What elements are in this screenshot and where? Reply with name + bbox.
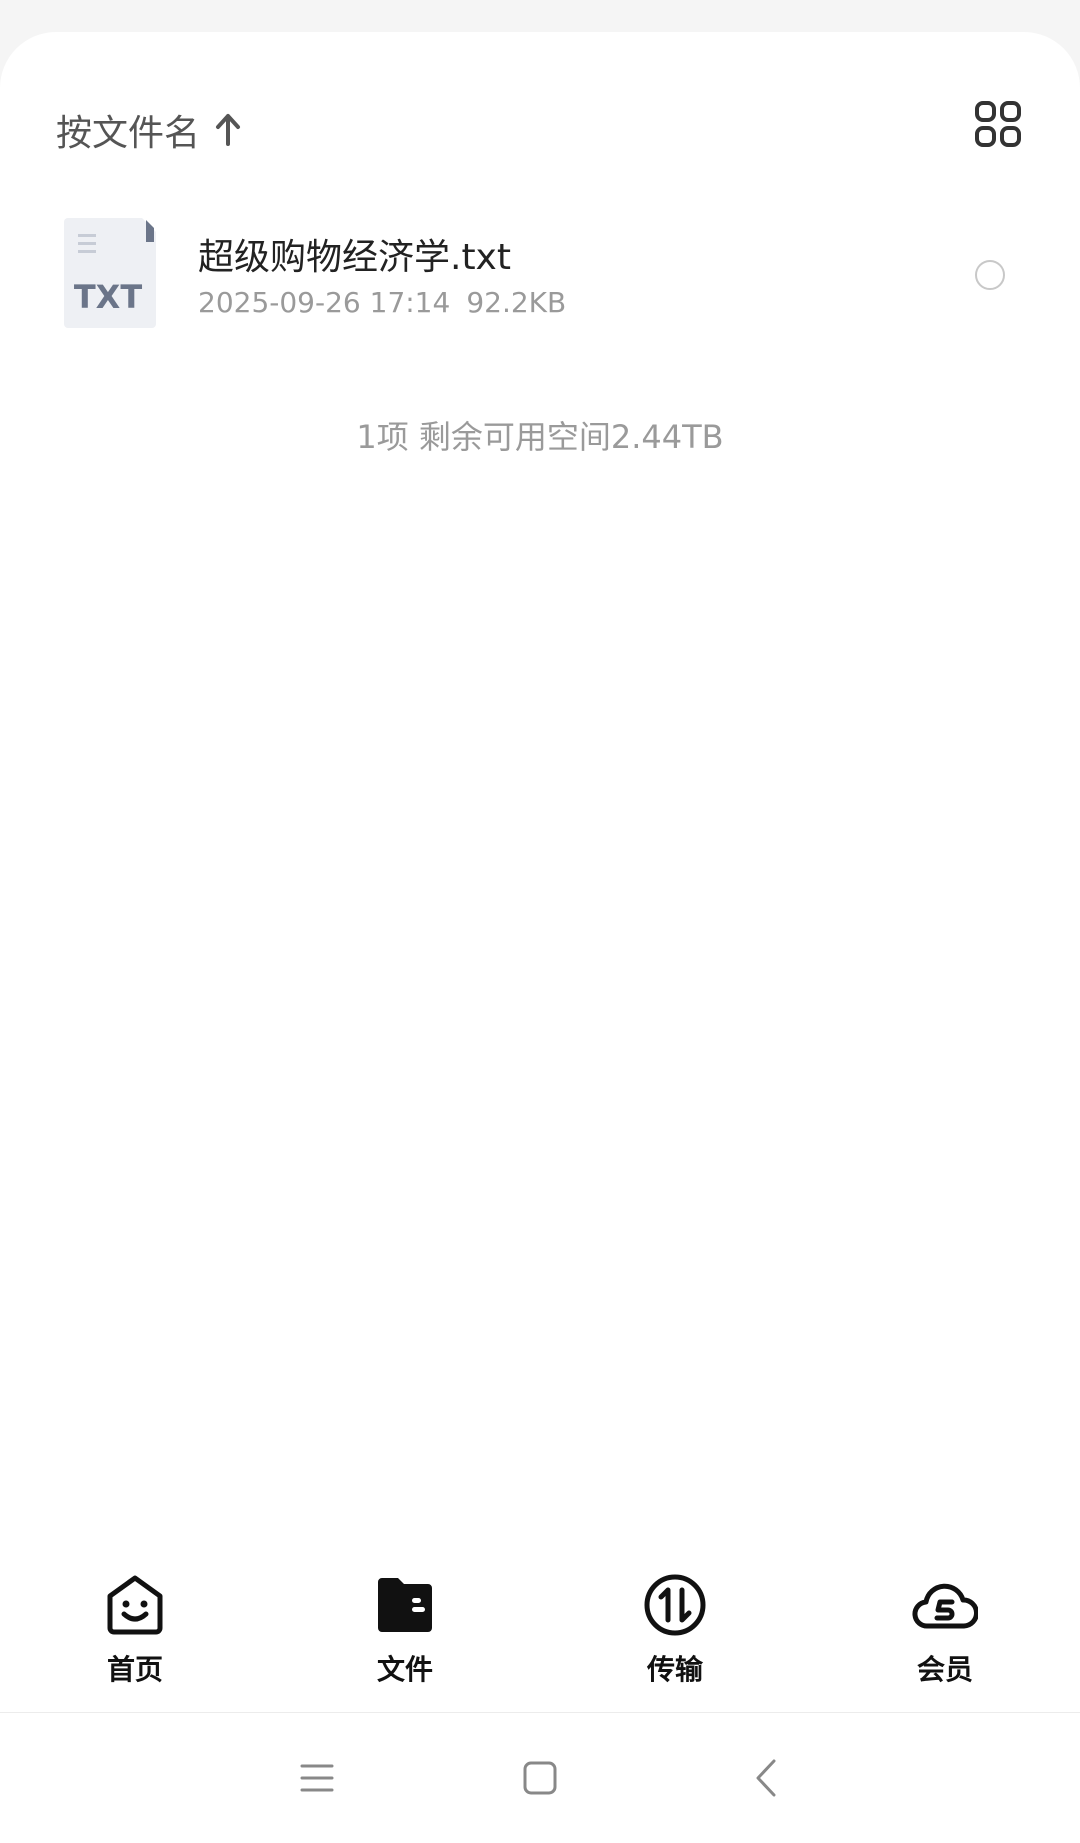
home-square-icon[interactable] [515, 1753, 565, 1803]
sort-by-name-button[interactable]: 按文件名 [56, 104, 242, 156]
txt-badge: TXT [74, 278, 143, 316]
tab-files-label: 文件 [376, 1653, 433, 1686]
tab-files[interactable]: 文件 [270, 1562, 540, 1712]
file-name: 超级购物经济学.txt [198, 237, 511, 278]
file-size: 92.2KB [466, 286, 567, 319]
file-date: 2025-09-26 17:14 [198, 286, 451, 319]
file-list-item[interactable]: TXT 超级购物经济学.txt 2025-09-26 17:14 92.2KB [0, 184, 1080, 334]
grid-view-icon[interactable] [974, 100, 1022, 148]
bottom-tab-bar: 首页 文件 传输 会员 [0, 1562, 1080, 1712]
transfer-icon [644, 1574, 706, 1636]
tab-transfer[interactable]: 传输 [540, 1562, 810, 1712]
file-list-sheet: 按文件名 TXT 超级购物经济学.txt 2025-09-26 17:14 92… [0, 32, 1080, 1843]
tab-home-label: 首页 [106, 1653, 163, 1686]
storage-summary: 1项 剩余可用空间2.44TB [356, 418, 724, 456]
tab-home[interactable]: 首页 [0, 1562, 270, 1712]
home-smile-icon [107, 1575, 163, 1635]
menu-icon[interactable] [292, 1753, 342, 1803]
cloud-vip-icon [912, 1583, 978, 1629]
tab-vip[interactable]: 会员 [810, 1562, 1080, 1712]
tab-transfer-label: 传输 [646, 1653, 703, 1686]
file-meta: 2025-09-26 17:14 92.2KB [198, 286, 566, 319]
folder-icon [378, 1578, 432, 1632]
system-navigation-bar [0, 1713, 1080, 1843]
select-checkbox[interactable] [975, 260, 1005, 290]
txt-file-icon: TXT [64, 218, 156, 328]
back-icon[interactable] [742, 1753, 792, 1803]
arrow-up-icon [216, 114, 241, 146]
tab-vip-label: 会员 [916, 1653, 973, 1686]
sort-label: 按文件名 [56, 113, 201, 154]
